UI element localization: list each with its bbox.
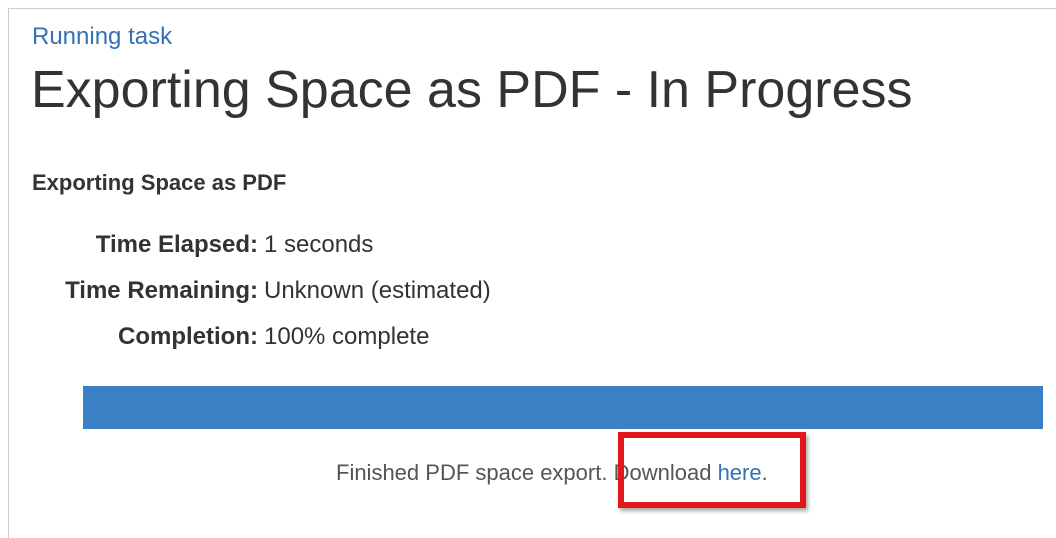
stat-value: 100% complete [264,323,430,350]
progress-bar [83,386,1043,429]
finish-message: Finished PDF space export. Download here… [336,458,768,488]
stat-label: Time Elapsed: [95,231,258,258]
download-suffix: . [761,460,768,485]
task-heading: Exporting Space as PDF [32,170,287,195]
stat-value: 1 seconds [264,231,374,258]
finish-text: Finished PDF space export. [336,460,608,485]
breadcrumb-running-task[interactable]: Running task [32,22,172,52]
stat-label: Completion: [118,323,258,350]
stat-label: Time Remaining: [65,277,258,304]
download-prefix: Download [613,460,712,485]
page-title: Exporting Space as PDF - In Progress [31,61,913,119]
progress-bar-fill [83,386,1043,429]
download-link[interactable]: here [718,460,762,485]
stat-value: Unknown (estimated) [264,277,491,304]
